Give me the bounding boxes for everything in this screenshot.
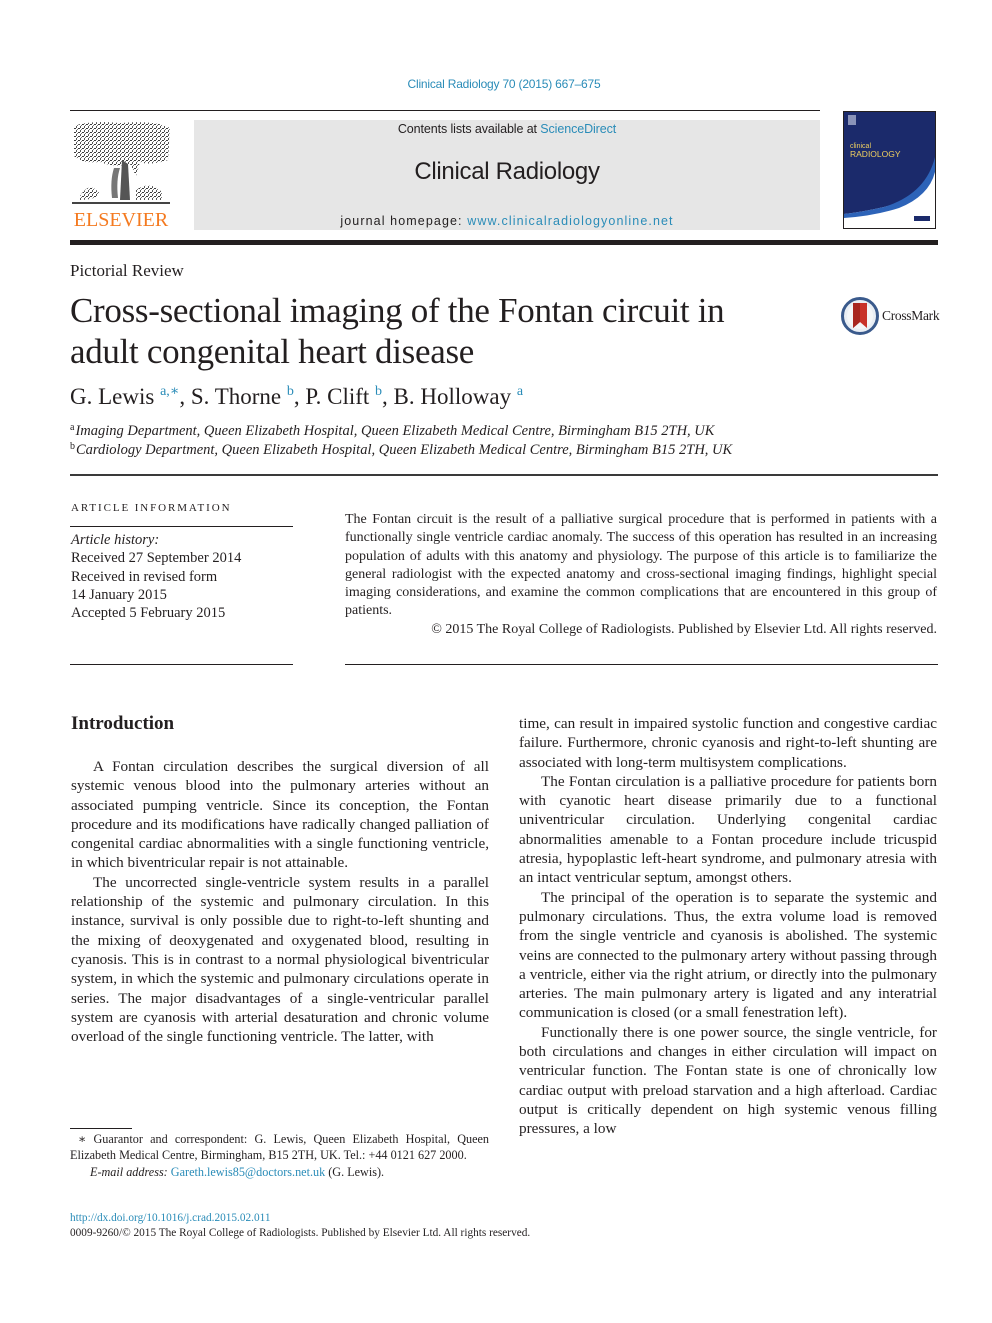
header-divider xyxy=(70,474,938,476)
author-affiliation-sup[interactable]: a xyxy=(517,384,523,399)
crossmark-icon xyxy=(841,297,879,335)
article-info-rule xyxy=(70,526,293,527)
affiliation-label: b xyxy=(70,441,75,452)
author-name[interactable]: S. Thorne xyxy=(191,384,281,409)
crossmark-label: CrossMark xyxy=(882,308,940,323)
issn-copyright: 0009-9260/© 2015 The Royal College of Ra… xyxy=(70,1227,531,1239)
body-paragraph: The Fontan circulation is a palliative p… xyxy=(519,772,937,887)
cover-title-bottom: RADIOLOGY xyxy=(850,149,901,159)
crossmark-button[interactable]: CrossMark xyxy=(841,297,940,335)
section-heading: Introduction xyxy=(71,713,175,734)
article-title: Cross-sectional imaging of the Fontan ci… xyxy=(70,291,725,371)
affiliation-label: a xyxy=(70,422,75,433)
author-separator: , xyxy=(293,384,306,409)
article-type: Pictorial Review xyxy=(70,261,184,280)
affiliation: aImaging Department, Queen Elizabeth Hos… xyxy=(70,422,714,440)
article-history-label: Article history: xyxy=(71,532,160,548)
body-paragraph: The uncorrected single-ventricle system … xyxy=(71,873,489,1046)
footnote: ∗ Guarantor and correspondent: G. Lewis,… xyxy=(70,1131,489,1180)
contents-line: Contents lists available at ScienceDirec… xyxy=(194,122,820,136)
author-separator: , xyxy=(179,384,191,409)
email-suffix: (G. Lewis). xyxy=(325,1164,385,1179)
journal-homepage-link[interactable]: www.clinicalradiologyonline.net xyxy=(467,214,673,228)
running-head[interactable]: Clinical Radiology 70 (2015) 667–675 xyxy=(0,77,992,91)
article-info-heading: ARTICLE INFORMATION xyxy=(71,502,232,514)
body-paragraph: A Fontan circulation describes the surgi… xyxy=(71,758,489,872)
history-entry: Received 27 September 2014 xyxy=(71,550,242,567)
body-paragraph: Functionally there is one power source, … xyxy=(519,1023,937,1138)
abstract-text: The Fontan circuit is the result of a pa… xyxy=(345,512,937,619)
abstract-copyright: © 2015 The Royal College of Radiologists… xyxy=(431,621,937,637)
journal-citation-link[interactable]: Clinical Radiology 70 (2015) 667–675 xyxy=(408,77,601,91)
journal-cover[interactable]: clinical RADIOLOGY xyxy=(843,111,936,229)
author-affiliation-sup[interactable]: a,∗ xyxy=(160,384,179,399)
author-name[interactable]: P. Clift xyxy=(305,384,369,409)
footnote-email-line: E-mail address: Gareth.lewis85@doctors.n… xyxy=(70,1164,489,1180)
history-entry: Received in revised form xyxy=(71,568,218,585)
homepage-prefix: journal homepage: xyxy=(340,214,468,228)
history-entry: 14 January 2015 xyxy=(71,586,167,603)
contents-prefix: Contents lists available at xyxy=(397,122,541,136)
author-name[interactable]: B. Holloway xyxy=(394,384,512,409)
abstract: The Fontan circuit is the result of a pa… xyxy=(345,511,937,639)
top-rule xyxy=(70,110,820,111)
author-affiliation-sup[interactable]: b xyxy=(287,384,294,399)
body-paragraph: time, can result in impaired systolic fu… xyxy=(519,715,937,771)
author-separator: , xyxy=(382,384,394,409)
elsevier-logo[interactable]: ELSEVIER xyxy=(70,120,172,232)
affiliation-text: Imaging Department, Queen Elizabeth Hosp… xyxy=(75,423,715,439)
body-paragraph: The principal of the operation is to sep… xyxy=(519,888,937,1022)
masthead-band: Contents lists available at ScienceDirec… xyxy=(194,120,820,230)
affiliation-text: Cardiology Department, Queen Elizabeth H… xyxy=(76,442,733,458)
author-name[interactable]: G. Lewis xyxy=(70,384,154,409)
article-history: Article history: Received 27 September 2… xyxy=(71,531,241,622)
body-column-left: A Fontan circulation describes the surgi… xyxy=(71,757,489,1046)
elsevier-tree-icon xyxy=(72,122,170,204)
footnote-marker: ∗ xyxy=(78,1132,87,1146)
author-affiliation-sup[interactable]: b xyxy=(375,384,382,399)
doi-link[interactable]: http://dx.doi.org/10.1016/j.crad.2015.02… xyxy=(70,1212,271,1224)
affiliation: bCardiology Department, Queen Elizabeth … xyxy=(70,441,732,459)
body-column-right: time, can result in impaired systolic fu… xyxy=(519,714,937,1139)
sciencedirect-link[interactable]: ScienceDirect xyxy=(540,122,616,136)
author-list: G. Lewis a,∗, S. Thorne b, P. Clift b, B… xyxy=(70,383,523,410)
history-entry: Accepted 5 February 2015 xyxy=(71,605,226,622)
homepage-line: journal homepage: www.clinicalradiologyo… xyxy=(194,214,820,228)
email-label: E-mail address: xyxy=(90,1164,171,1179)
email-link[interactable]: Gareth.lewis85@doctors.net.uk xyxy=(171,1165,325,1179)
journal-cover-image: clinical RADIOLOGY xyxy=(844,112,935,228)
abstract-rule xyxy=(345,664,938,665)
footnote-rule xyxy=(70,1128,132,1129)
elsevier-wordmark: ELSEVIER xyxy=(73,209,169,231)
footnote-correspondence: ∗ Guarantor and correspondent: G. Lewis,… xyxy=(70,1131,489,1164)
masthead-thick-rule xyxy=(70,240,938,245)
article-info-rule xyxy=(70,664,293,665)
doi[interactable]: http://dx.doi.org/10.1016/j.crad.2015.02… xyxy=(70,1212,271,1224)
footnote-text: Guarantor and correspondent: G. Lewis, Q… xyxy=(70,1132,489,1163)
journal-title: Clinical Radiology xyxy=(414,158,600,185)
